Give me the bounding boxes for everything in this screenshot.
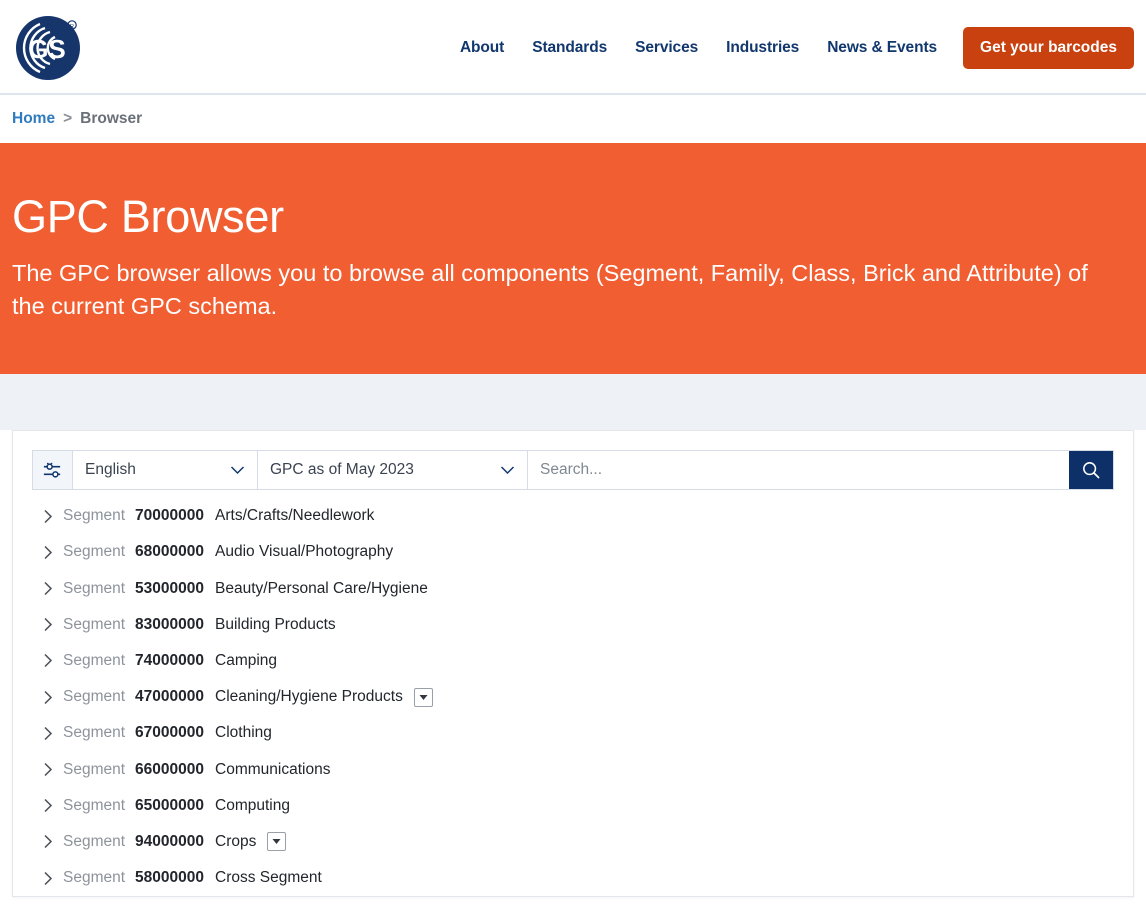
get-your-barcodes-button[interactable]: Get your barcodes	[963, 27, 1134, 69]
table-row[interactable]: Segment 67000000 Clothing	[13, 715, 1133, 751]
row-title: Audio Visual/Photography	[215, 543, 393, 561]
search-field-wrap	[528, 451, 1069, 489]
table-row[interactable]: Segment 94000000 Crops	[13, 824, 1133, 860]
search-icon	[1081, 460, 1101, 480]
row-dropdown-button[interactable]	[267, 832, 286, 851]
row-title: Cleaning/Hygiene Products	[215, 688, 403, 706]
svg-text:1: 1	[64, 35, 78, 63]
row-title: Communications	[215, 761, 330, 779]
gs1-logo[interactable]: GS 1 R	[14, 14, 84, 80]
row-title: Beauty/Personal Care/Hygiene	[215, 580, 428, 598]
search-button[interactable]	[1069, 451, 1113, 489]
section-spacer-band	[0, 374, 1146, 430]
search-input[interactable]	[528, 451, 1069, 489]
breadcrumb-separator: >	[63, 110, 72, 128]
row-kind-label: Segment	[63, 543, 125, 561]
row-kind-label: Segment	[63, 688, 125, 706]
table-row[interactable]: Segment 68000000 Audio Visual/Photography	[13, 534, 1133, 570]
table-row[interactable]: Segment 65000000 Computing	[13, 788, 1133, 824]
chevron-right-icon[interactable]	[43, 762, 63, 777]
breadcrumb-home[interactable]: Home	[12, 110, 55, 128]
row-title: Building Products	[215, 616, 336, 634]
page-title: GPC Browser	[12, 193, 1134, 240]
row-kind-label: Segment	[63, 724, 125, 742]
row-kind-label: Segment	[63, 833, 125, 851]
hero-banner: GPC Browser The GPC browser allows you t…	[0, 143, 1146, 374]
nav-item-standards[interactable]: Standards	[518, 39, 621, 57]
chevron-right-icon[interactable]	[43, 690, 63, 705]
row-code: 67000000	[135, 724, 204, 742]
table-row[interactable]: Segment 74000000 Camping	[13, 643, 1133, 679]
table-row[interactable]: Segment 47000000 Cleaning/Hygiene Products	[13, 679, 1133, 715]
breadcrumb-current: Browser	[80, 110, 142, 128]
nav-item-industries[interactable]: Industries	[712, 39, 813, 57]
language-select-value: English	[85, 461, 222, 479]
gs1-logo-icon: GS 1 R	[14, 14, 84, 80]
caret-down-icon	[419, 694, 428, 701]
row-kind-label: Segment	[63, 797, 125, 815]
row-code: 94000000	[135, 833, 204, 851]
row-title: Computing	[215, 797, 290, 815]
row-kind-label: Segment	[63, 616, 125, 634]
row-code: 83000000	[135, 616, 204, 634]
schema-select[interactable]: GPC as of May 2023	[258, 451, 528, 489]
row-code: 74000000	[135, 652, 204, 670]
nav-item-services[interactable]: Services	[621, 39, 712, 57]
row-dropdown-button[interactable]	[414, 688, 433, 707]
row-kind-label: Segment	[63, 869, 125, 887]
table-row[interactable]: Segment 70000000 Arts/Crafts/Needlework	[13, 498, 1133, 534]
row-title: Cross Segment	[215, 869, 322, 887]
row-code: 70000000	[135, 507, 204, 525]
chevron-right-icon[interactable]	[43, 798, 63, 813]
chevron-right-icon[interactable]	[43, 581, 63, 596]
chevron-right-icon[interactable]	[43, 834, 63, 849]
row-code: 65000000	[135, 797, 204, 815]
page-subtitle: The GPC browser allows you to browse all…	[12, 257, 1122, 322]
segment-tree: Segment70000000Arts/Crafts/NeedleworkSeg…	[13, 490, 1133, 896]
row-kind-label: Segment	[63, 507, 125, 525]
language-select[interactable]: English	[73, 451, 258, 489]
chevron-right-icon[interactable]	[43, 653, 63, 668]
breadcrumb: Home > Browser	[0, 95, 1146, 143]
filter-button[interactable]	[33, 451, 73, 489]
browser-toolbar: English GPC as of May 2023	[32, 450, 1114, 490]
row-kind-label: Segment	[63, 580, 125, 598]
schema-select-value: GPC as of May 2023	[270, 461, 492, 479]
table-row[interactable]: Segment 53000000 Beauty/Personal Care/Hygi…	[13, 570, 1133, 606]
row-code: 58000000	[135, 869, 204, 887]
nav-item-about[interactable]: About	[446, 39, 518, 57]
svg-text:R: R	[70, 24, 74, 30]
site-header: GS 1 R About Standards Services Industri…	[0, 0, 1146, 95]
table-row[interactable]: Segment 66000000 Communications	[13, 751, 1133, 787]
chevron-right-icon[interactable]	[43, 617, 63, 632]
table-row[interactable]: Segment 83000000 Building Products	[13, 607, 1133, 643]
chevron-down-icon	[230, 465, 245, 475]
chevron-down-icon	[500, 465, 515, 475]
row-code: 53000000	[135, 580, 204, 598]
main-navigation: About Standards Services Industries News…	[446, 0, 1134, 95]
chevron-right-icon[interactable]	[43, 871, 63, 886]
chevron-right-icon[interactable]	[43, 726, 63, 741]
sliders-icon	[42, 460, 63, 481]
row-title: Clothing	[215, 724, 272, 742]
chevron-right-icon[interactable]	[43, 509, 63, 524]
svg-text:GS: GS	[28, 34, 66, 64]
row-kind-label: Segment	[63, 652, 125, 670]
row-code: 68000000	[135, 543, 204, 561]
row-code: 66000000	[135, 761, 204, 779]
row-code: 47000000	[135, 688, 204, 706]
nav-item-news-events[interactable]: News & Events	[813, 39, 951, 57]
row-title: Crops	[215, 833, 256, 851]
gpc-browser-card: English GPC as of May 2023	[12, 430, 1134, 897]
row-title: Arts/Crafts/Needlework	[215, 507, 374, 525]
row-title: Camping	[215, 652, 277, 670]
table-row[interactable]: Segment 58000000 Cross Segment	[13, 860, 1133, 896]
chevron-right-icon[interactable]	[43, 545, 63, 560]
row-kind-label: Segment	[63, 761, 125, 779]
caret-down-icon	[272, 838, 281, 845]
